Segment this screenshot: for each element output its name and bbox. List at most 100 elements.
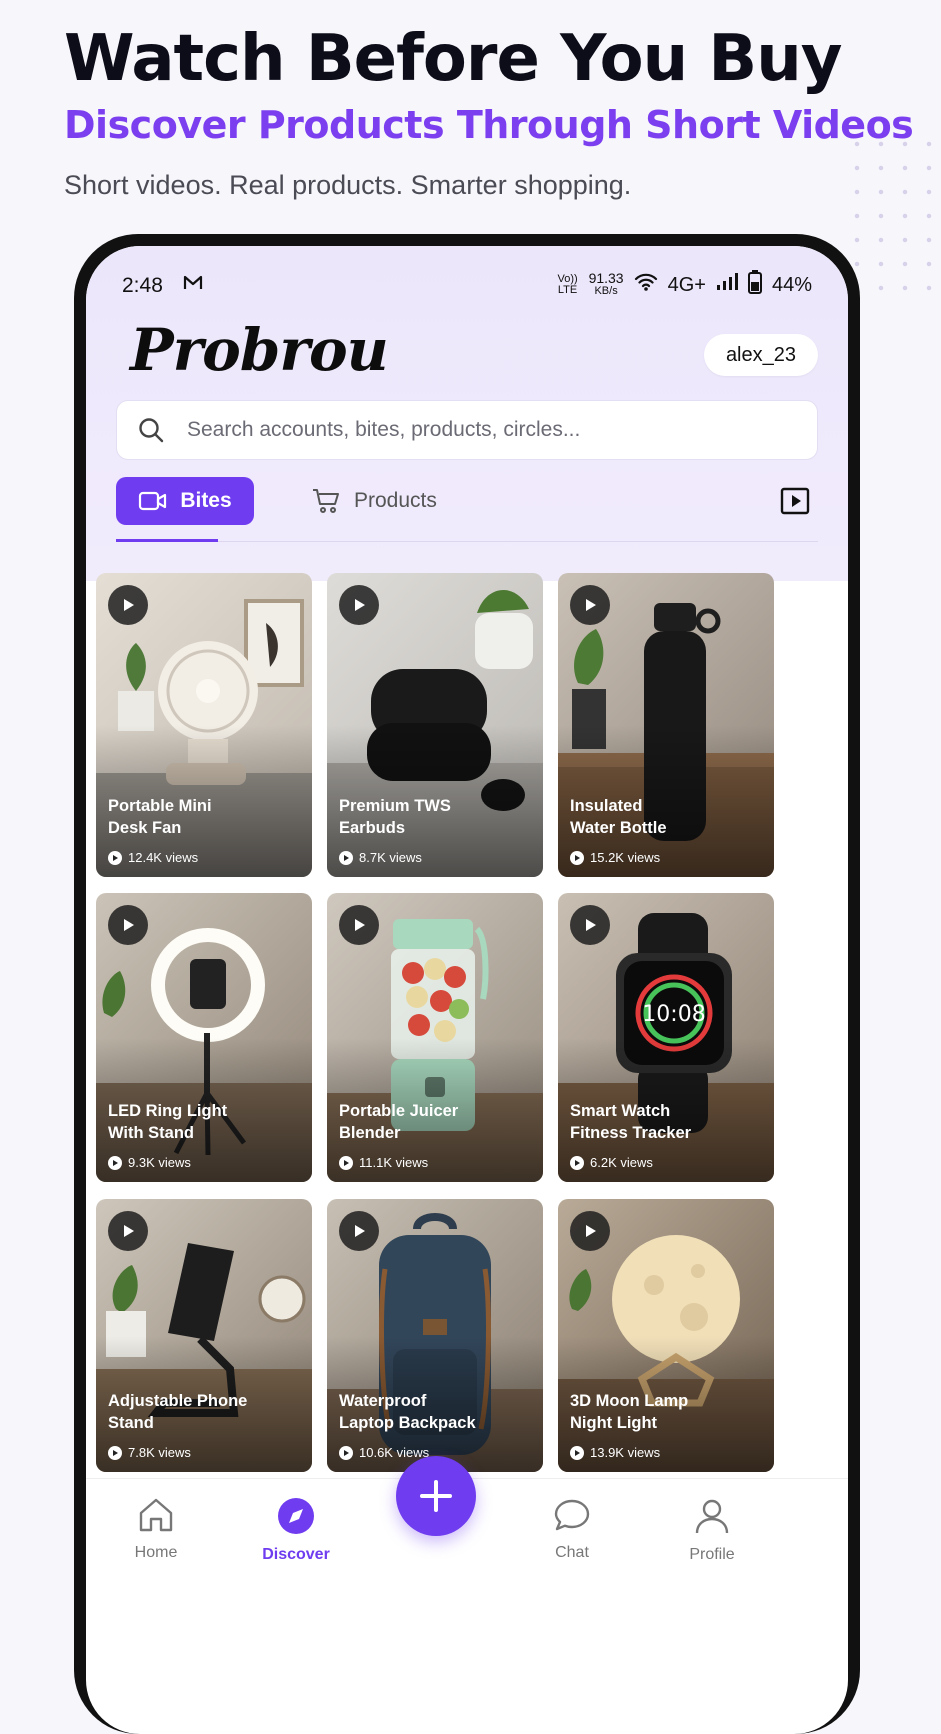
phone-screen: 2:48 Vo)) LTE 91.33 KB/s 4G+ 44% Probrou…	[86, 246, 848, 1734]
play-icon[interactable]	[570, 585, 610, 625]
views-count: 9.3K views	[128, 1155, 191, 1170]
hero-subtitle: Discover Products Through Short Videos	[64, 103, 914, 147]
views-play-icon	[108, 1445, 122, 1460]
play-icon[interactable]	[570, 905, 610, 945]
play-square-icon	[780, 487, 810, 515]
views-play-icon	[570, 1445, 584, 1460]
nav-discover[interactable]: Discover	[246, 1497, 346, 1564]
card-title: Waterproof Laptop Backpack	[339, 1392, 476, 1432]
card-title: 3D Moon Lamp Night Light	[570, 1392, 689, 1432]
views-play-icon	[339, 850, 353, 865]
card-title: Smart Watch Fitness Tracker	[570, 1102, 692, 1142]
nav-profile-label: Profile	[689, 1546, 735, 1563]
card-title: Portable Mini Desk Fan	[108, 797, 212, 837]
app-logo: Probrou	[130, 316, 389, 384]
card-views: 13.9K views	[570, 1445, 660, 1460]
video-card-ring-light[interactable]: LED Ring Light With Stand 9.3K views	[96, 893, 312, 1182]
nav-discover-label: Discover	[262, 1546, 330, 1563]
nav-chat[interactable]: Chat	[522, 1497, 622, 1562]
decorative-dots	[845, 132, 935, 302]
tab-bites[interactable]: Bites	[116, 477, 254, 525]
username-chip[interactable]: alex_23	[703, 334, 818, 376]
card-title: Premium TWS Earbuds	[339, 797, 451, 837]
video-card-backpack[interactable]: Waterproof Laptop Backpack 10.6K views	[327, 1199, 543, 1472]
views-count: 8.7K views	[359, 850, 422, 865]
search-input[interactable]	[185, 417, 749, 443]
create-button[interactable]	[396, 1456, 476, 1536]
phone-frame: 2:48 Vo)) LTE 91.33 KB/s 4G+ 44% Probrou…	[74, 234, 860, 1734]
card-title: Adjustable Phone Stand	[108, 1392, 248, 1432]
nav-profile[interactable]: Profile	[662, 1497, 762, 1564]
app-header: 2:48 Vo)) LTE 91.33 KB/s 4G+ 44% Probrou…	[86, 246, 848, 581]
views-play-icon	[108, 1155, 122, 1170]
status-right: Vo)) LTE 91.33 KB/s 4G+ 44%	[557, 270, 812, 300]
search-bar[interactable]	[116, 400, 818, 460]
content-tabs: Bites Products	[116, 477, 818, 542]
card-views: 8.7K views	[339, 850, 422, 865]
battery-icon	[747, 270, 762, 300]
profile-icon	[695, 1499, 729, 1534]
speed-unit: KB/s	[594, 285, 618, 297]
reel-view-button[interactable]	[780, 487, 810, 520]
video-card-water-bottle[interactable]: Insulated Water Bottle 15.2K views	[558, 573, 774, 877]
play-icon[interactable]	[108, 585, 148, 625]
play-icon[interactable]	[108, 1211, 148, 1251]
volte-indicator: Vo)) LTE	[557, 273, 578, 296]
tab-bites-label: Bites	[180, 489, 232, 512]
search-icon	[139, 418, 164, 443]
wifi-icon	[634, 272, 658, 298]
views-count: 10.6K views	[359, 1445, 430, 1460]
signal-icon	[716, 273, 738, 297]
views-count: 7.8K views	[128, 1445, 191, 1460]
views-count: 13.9K views	[590, 1445, 661, 1460]
hero-title: Watch Before You Buy	[64, 22, 842, 96]
play-icon[interactable]	[339, 905, 379, 945]
views-play-icon	[339, 1445, 353, 1460]
speed-indicator: 91.33 KB/s	[588, 270, 624, 298]
play-icon[interactable]	[108, 905, 148, 945]
card-title: Portable Juicer Blender	[339, 1102, 459, 1142]
views-play-icon	[339, 1155, 353, 1170]
views-play-icon	[570, 850, 584, 865]
video-card-smart-watch[interactable]: 10:08 Smart Watch Fitness Tracker 6.2K v…	[558, 893, 774, 1182]
card-views: 11.1K views	[339, 1155, 428, 1170]
mail-icon	[182, 272, 204, 300]
video-camera-icon	[139, 491, 167, 511]
active-tab-indicator	[116, 539, 218, 542]
card-views: 6.2K views	[570, 1155, 653, 1170]
speed-value: 91.33	[588, 270, 624, 286]
card-views: 10.6K views	[339, 1445, 429, 1460]
tab-products-label: Products	[354, 489, 437, 512]
card-views: 15.2K views	[570, 850, 660, 865]
plus-icon	[420, 1480, 452, 1512]
video-card-phone-stand[interactable]: Adjustable Phone Stand 7.8K views	[96, 1199, 312, 1472]
video-card-moon-lamp[interactable]: 3D Moon Lamp Night Light 13.9K views	[558, 1199, 774, 1472]
views-play-icon	[570, 1155, 584, 1170]
network-type: 4G+	[667, 273, 706, 296]
views-count: 12.4K views	[128, 850, 199, 865]
status-bar: 2:48 Vo)) LTE 91.33 KB/s 4G+ 44%	[86, 266, 848, 306]
nav-home[interactable]: Home	[106, 1497, 206, 1562]
tab-products[interactable]: Products	[312, 477, 437, 525]
chat-icon	[554, 1499, 590, 1531]
nav-home-label: Home	[134, 1544, 178, 1561]
nav-chat-label: Chat	[555, 1544, 589, 1561]
card-views: 7.8K views	[108, 1445, 191, 1460]
views-count: 11.1K views	[359, 1155, 429, 1170]
card-views: 12.4K views	[108, 850, 198, 865]
play-icon[interactable]	[570, 1211, 610, 1251]
play-icon[interactable]	[339, 585, 379, 625]
play-icon[interactable]	[339, 1211, 379, 1251]
video-card-earbuds[interactable]: Premium TWS Earbuds 8.7K views	[327, 573, 543, 877]
views-play-icon	[108, 850, 122, 865]
cart-icon	[313, 489, 339, 513]
video-card-juicer[interactable]: Portable Juicer Blender 11.1K views	[327, 893, 543, 1182]
battery-percent: 44%	[771, 273, 812, 296]
watch-time: 10:08	[642, 1002, 705, 1027]
views-count: 15.2K views	[590, 850, 661, 865]
hero-tagline: Short videos. Real products. Smarter sho…	[64, 170, 632, 200]
video-card-desk-fan[interactable]: Portable Mini Desk Fan 12.4K views	[96, 573, 312, 877]
views-count: 6.2K views	[590, 1155, 653, 1170]
card-title: Insulated Water Bottle	[570, 797, 667, 837]
status-time: 2:48	[122, 274, 163, 297]
